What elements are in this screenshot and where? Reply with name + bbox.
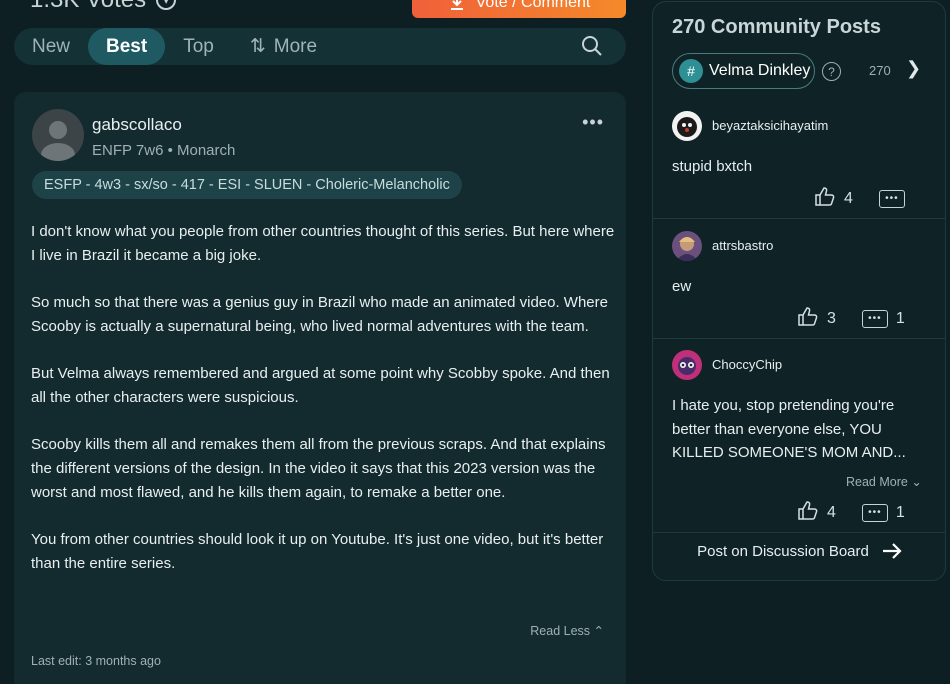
post-text: I hate you, stop pretending you're bette… [672, 397, 906, 461]
tab-new-label: New [32, 35, 71, 57]
default-avatar-icon [41, 121, 75, 161]
avatar[interactable] [672, 111, 702, 141]
arrow-right-icon [882, 543, 902, 559]
personality-tag: ESFP - 4w3 - sx/so - 417 - ESI - SLUEN -… [32, 171, 462, 199]
tab-best[interactable]: Best [88, 28, 166, 65]
user-type: ENFP 7w6 • Monarch [92, 142, 236, 159]
paragraph: You from other countries should look it … [31, 531, 604, 572]
post-board-label: Post on Discussion Board [697, 542, 869, 560]
username[interactable]: beyaztaksicihayatim [712, 118, 828, 133]
avatar[interactable] [672, 231, 702, 261]
post-actions: 4 ••• [814, 186, 905, 211]
tab-best-label: Best [106, 35, 148, 57]
topic-count: 270 [869, 63, 891, 78]
post-on-discussion-board-button[interactable]: Post on Discussion Board [653, 542, 947, 560]
more-options-icon[interactable]: ••• [582, 112, 604, 133]
comment-icon[interactable]: ••• [861, 503, 888, 522]
post-actions: 4 ••• 1 [797, 500, 905, 525]
like-count: 4 [844, 189, 853, 207]
paragraph: Scooby kills them all and remakes them a… [31, 436, 606, 501]
like-count: 3 [827, 309, 836, 327]
post-actions: 3 ••• 1 [797, 306, 905, 331]
tab-new[interactable]: New [14, 28, 88, 65]
paragraph: I don't know what you people from other … [31, 223, 615, 264]
read-less-label: Read Less [530, 624, 591, 638]
tab-top-label: Top [183, 35, 214, 57]
help-icon[interactable]: ? [822, 62, 841, 81]
username[interactable]: gabscollaco [92, 115, 182, 135]
thumbs-up-icon[interactable] [797, 306, 819, 331]
community-posts-panel: 270 Community Posts # Velma Dinkley ? 27… [652, 1, 946, 581]
tab-more-label: More [273, 35, 318, 57]
comment-count: 1 [895, 309, 905, 327]
divider [653, 218, 945, 219]
post-text: ew [672, 278, 692, 295]
hashtag-icon: # [679, 59, 703, 83]
votes-count: 1.3K Votes ▾ [30, 0, 177, 14]
chevron-down-icon: ⌄ [911, 475, 922, 489]
chevron-down-icon[interactable]: ▾ [156, 0, 177, 10]
list-item[interactable]: ChoccyChip I hate you, stop pretending y… [672, 350, 930, 530]
panel-title: 270 Community Posts [672, 16, 881, 38]
paragraph: So much so that there was a genius guy i… [31, 294, 608, 335]
list-item[interactable]: beyaztaksicihayatim stupid bxtch 4 ••• [672, 111, 930, 221]
tab-more[interactable]: ⇅ More [232, 28, 335, 65]
post-text: stupid bxtch [672, 158, 753, 175]
avatar[interactable] [672, 350, 702, 380]
comment-icon[interactable]: ••• [878, 189, 905, 208]
comment-icon[interactable]: ••• [861, 309, 888, 328]
thumbs-up-icon[interactable] [797, 500, 819, 525]
read-more-link[interactable]: Read More ⌄ [846, 474, 922, 489]
vote-comment-button[interactable]: Vote / Comment [412, 0, 626, 18]
sort-tabs: New Best Top ⇅ More [14, 28, 626, 65]
topic-pill[interactable]: # Velma Dinkley [672, 53, 815, 89]
like-count: 4 [827, 503, 836, 521]
tab-top[interactable]: Top [165, 28, 232, 65]
avatar[interactable] [32, 109, 84, 161]
username[interactable]: attrsbastro [712, 238, 773, 253]
vote-comment-label: Vote / Comment [475, 0, 591, 11]
divider [653, 532, 945, 533]
sort-arrows-icon: ⇅ [249, 36, 266, 57]
comment-count: 1 [895, 503, 905, 521]
votes-label: 1.3K Votes [30, 0, 146, 14]
chevron-up-icon: ⌃ [593, 624, 604, 638]
divider [653, 338, 945, 339]
last-edit: Last edit: 3 months ago [31, 654, 161, 668]
download-icon [450, 0, 463, 10]
comment-card: gabscollaco ENFP 7w6 • Monarch ••• ESFP … [14, 92, 626, 684]
topic-label: Velma Dinkley [709, 62, 811, 79]
thumbs-up-icon[interactable] [814, 186, 836, 211]
username[interactable]: ChoccyChip [712, 357, 782, 372]
chevron-right-icon[interactable]: ❯ [906, 58, 921, 79]
list-item[interactable]: attrsbastro ew 3 ••• 1 [672, 231, 930, 341]
search-icon[interactable] [580, 34, 604, 58]
read-more-label: Read More [846, 475, 908, 489]
read-less-link[interactable]: Read Less ⌃ [530, 623, 604, 638]
paragraph: But Velma always remembered and argued a… [31, 365, 610, 406]
comment-body: I don't know what you people from other … [31, 220, 616, 599]
